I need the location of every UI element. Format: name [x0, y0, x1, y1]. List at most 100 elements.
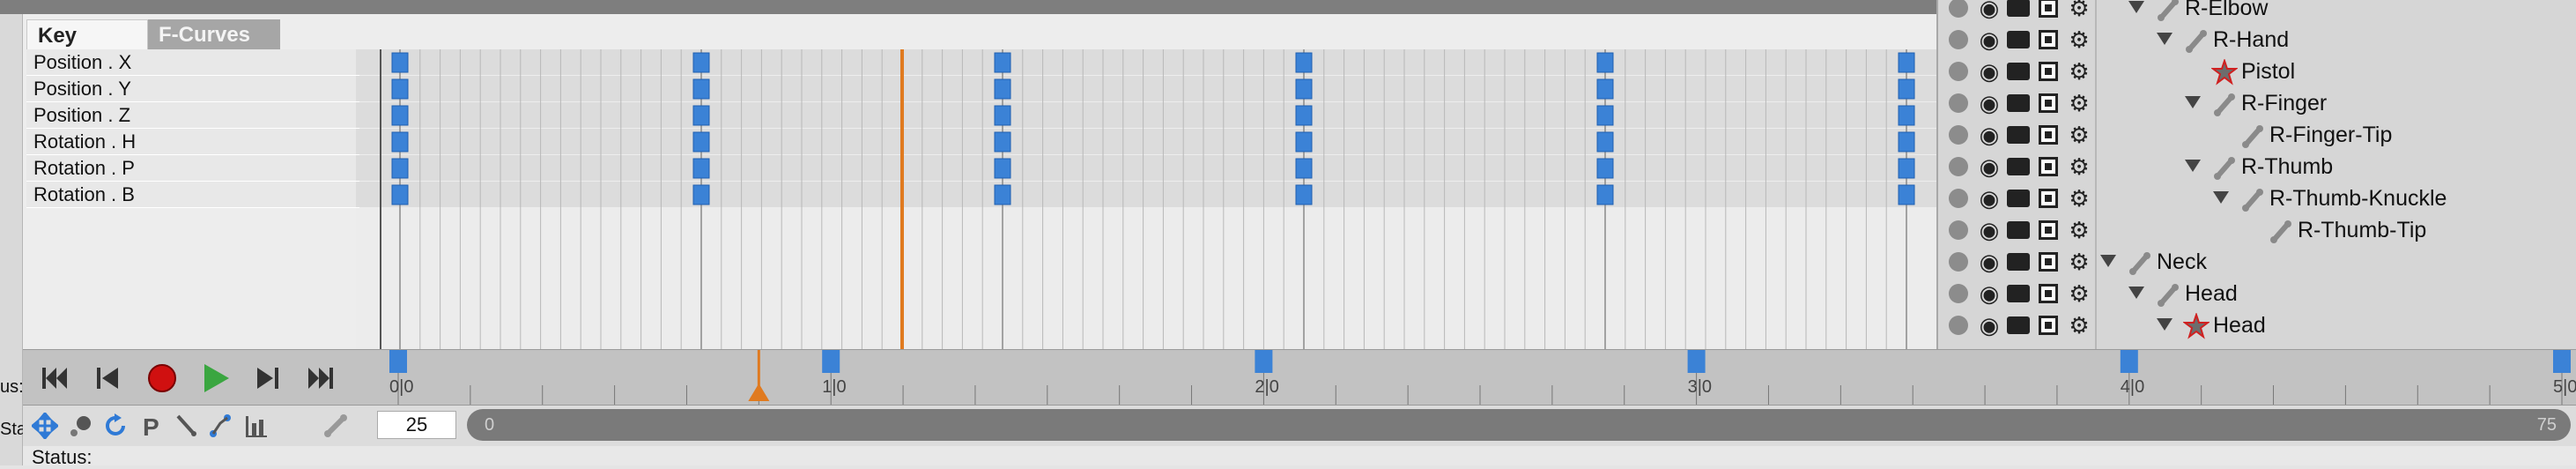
enabled-dot-icon[interactable]: [1949, 30, 1968, 49]
keyframe[interactable]: [1295, 131, 1313, 153]
enabled-dot-icon[interactable]: [1949, 93, 1968, 113]
track-rotation-h[interactable]: Rotation . H: [26, 129, 359, 155]
visibility-eye-icon[interactable]: ◉: [1977, 313, 2002, 338]
outliner-item-name[interactable]: Head: [2213, 309, 2266, 341]
gear-icon[interactable]: ⚙: [2067, 59, 2091, 84]
camera-icon[interactable]: [2007, 126, 2030, 144]
keyframe[interactable]: [1295, 52, 1313, 73]
ruler-key-marker[interactable]: [1255, 350, 1273, 373]
keyframe[interactable]: [1898, 105, 1915, 126]
render-box-icon[interactable]: [2039, 62, 2058, 81]
ruler-playhead-handle[interactable]: [748, 383, 770, 401]
camera-icon[interactable]: [2007, 221, 2030, 239]
keyframe[interactable]: [391, 52, 409, 73]
render-box-icon[interactable]: [2039, 0, 2058, 18]
keyframe[interactable]: [692, 52, 710, 73]
expand-triangle-icon[interactable]: [2185, 96, 2201, 108]
render-box-icon[interactable]: [2039, 189, 2058, 208]
ruler-key-marker[interactable]: [389, 350, 407, 373]
keyframe[interactable]: [692, 131, 710, 153]
go-to-start-icon[interactable]: [37, 361, 72, 396]
ruler-key-marker[interactable]: [2120, 350, 2138, 373]
gear-icon[interactable]: ⚙: [2067, 186, 2091, 211]
keyframe[interactable]: [1295, 158, 1313, 179]
camera-icon[interactable]: [2007, 94, 2030, 112]
play-icon[interactable]: [197, 361, 233, 396]
visibility-eye-icon[interactable]: ◉: [1977, 218, 2002, 242]
expand-triangle-icon[interactable]: [2157, 33, 2173, 45]
outliner-row[interactable]: ◉ ⚙ R-Thumb-Knuckle: [1938, 182, 2576, 214]
visibility-eye-icon[interactable]: ◉: [1977, 91, 2002, 115]
outliner-row[interactable]: ◉ ⚙ Neck: [1938, 246, 2576, 278]
track-position-z[interactable]: Position . Z: [26, 102, 359, 129]
keyframe[interactable]: [1898, 52, 1915, 73]
outliner-item-name[interactable]: R-Thumb-Tip: [2298, 214, 2426, 246]
gear-icon[interactable]: ⚙: [2067, 249, 2091, 274]
keyframe[interactable]: [1898, 131, 1915, 153]
keyframe[interactable]: [391, 158, 409, 179]
bone-icon[interactable]: [322, 413, 349, 439]
enabled-dot-icon[interactable]: [1949, 125, 1968, 145]
keyframe[interactable]: [1596, 184, 1614, 205]
outliner-item-name[interactable]: R-Thumb-Knuckle: [2269, 182, 2446, 214]
keyframe[interactable]: [1596, 131, 1614, 153]
camera-icon[interactable]: [2007, 63, 2030, 80]
camera-icon[interactable]: [2007, 253, 2030, 271]
keyframe[interactable]: [1596, 105, 1614, 126]
visibility-eye-icon[interactable]: ◉: [1977, 281, 2002, 306]
outliner-row[interactable]: ◉ ⚙ R-Finger-Tip: [1938, 119, 2576, 151]
bone-link-icon[interactable]: [208, 413, 234, 439]
enabled-dot-icon[interactable]: [1949, 62, 1968, 81]
step-back-icon[interactable]: [90, 361, 125, 396]
rotate-icon[interactable]: [102, 413, 129, 439]
keyframe[interactable]: [1295, 105, 1313, 126]
camera-icon[interactable]: [2007, 190, 2030, 207]
keyframe[interactable]: [1295, 78, 1313, 100]
outliner-row[interactable]: ◉ ⚙ R-Thumb: [1938, 151, 2576, 182]
camera-icon[interactable]: [2007, 316, 2030, 334]
frame-field[interactable]: 25: [377, 411, 456, 439]
key-timeline[interactable]: [356, 49, 1936, 349]
track-position-y[interactable]: Position . Y: [26, 76, 359, 102]
timeline-scrollbar[interactable]: 0 75: [467, 409, 2571, 441]
enabled-dot-icon[interactable]: [1949, 157, 1968, 176]
render-box-icon[interactable]: [2039, 316, 2058, 335]
gear-icon[interactable]: ⚙: [2067, 123, 2091, 147]
p-icon[interactable]: P: [137, 413, 164, 439]
keyframe[interactable]: [391, 105, 409, 126]
enabled-dot-icon[interactable]: [1949, 252, 1968, 272]
expand-triangle-icon[interactable]: [2185, 160, 2201, 172]
camera-icon[interactable]: [2007, 158, 2030, 175]
visibility-eye-icon[interactable]: ◉: [1977, 59, 2002, 84]
camera-icon[interactable]: [2007, 0, 2030, 17]
outliner-item-name[interactable]: R-Hand: [2213, 24, 2289, 56]
keyframe[interactable]: [1596, 78, 1614, 100]
enabled-dot-icon[interactable]: [1949, 316, 1968, 335]
keyframe[interactable]: [994, 52, 1011, 73]
ruler-key-marker[interactable]: [822, 350, 840, 373]
render-box-icon[interactable]: [2039, 252, 2058, 272]
brush-icon[interactable]: [173, 413, 199, 439]
key-timeline-canvas[interactable]: [356, 49, 1936, 349]
keyframe[interactable]: [1295, 184, 1313, 205]
graph-icon[interactable]: [243, 413, 270, 439]
go-to-end-icon[interactable]: [303, 361, 338, 396]
outliner-item-name[interactable]: Head: [2185, 278, 2238, 309]
outliner-item-name[interactable]: R-Elbow: [2185, 0, 2268, 24]
visibility-eye-icon[interactable]: ◉: [1977, 123, 2002, 147]
visibility-eye-icon[interactable]: ◉: [1977, 27, 2002, 52]
expand-triangle-icon[interactable]: [2213, 191, 2229, 204]
outliner-row[interactable]: ◉ ⚙ Head: [1938, 309, 2576, 341]
keyframe[interactable]: [692, 78, 710, 100]
keyframe[interactable]: [994, 78, 1011, 100]
keyframe[interactable]: [1898, 158, 1915, 179]
gear-icon[interactable]: ⚙: [2067, 91, 2091, 115]
outliner-row[interactable]: ◉ ⚙ Pistol: [1938, 56, 2576, 87]
outliner-item-name[interactable]: R-Finger: [2241, 87, 2327, 119]
keyframe[interactable]: [692, 184, 710, 205]
render-box-icon[interactable]: [2039, 30, 2058, 49]
outliner-item-name[interactable]: R-Thumb: [2241, 151, 2333, 182]
enabled-dot-icon[interactable]: [1949, 189, 1968, 208]
tab-f-curves[interactable]: F-Curves: [148, 19, 280, 51]
render-box-icon[interactable]: [2039, 157, 2058, 176]
